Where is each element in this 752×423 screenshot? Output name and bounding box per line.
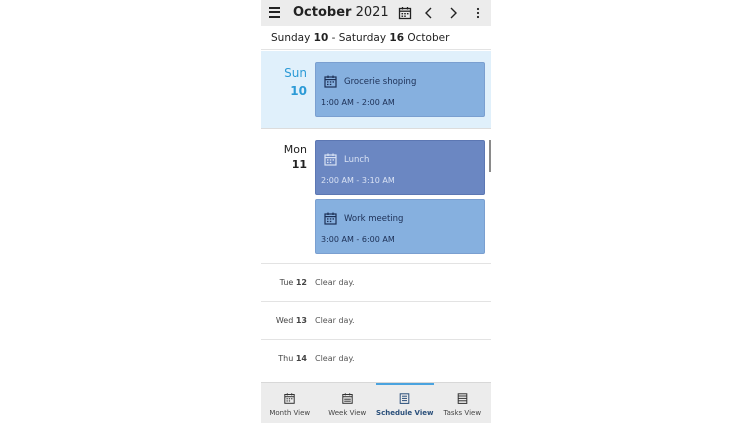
event-calendar-icon xyxy=(324,75,337,88)
chevron-right-icon[interactable] xyxy=(446,6,460,20)
day-name: Sun xyxy=(284,66,307,80)
tab-tasks-view[interactable]: Tasks View xyxy=(434,383,492,423)
tasks-list-icon xyxy=(457,393,467,404)
more-vertical-icon[interactable] xyxy=(471,6,485,20)
day-row-monday[interactable]: Mon 11 Lunch 2:00 AM - 3:10 AM Work meet… xyxy=(261,129,491,264)
day-row-thursday[interactable]: Thu 14 Clear day. xyxy=(261,340,491,382)
day-row-tuesday[interactable]: Tue 12 Clear day. xyxy=(261,264,491,302)
day-label: Thu 14 xyxy=(278,354,307,363)
event-title: Lunch xyxy=(344,155,370,165)
day-row-sunday[interactable]: Sun 10 Grocerie shoping 1:00 AM - 2:00 A… xyxy=(261,51,491,129)
scrollbar-thumb[interactable] xyxy=(489,140,491,172)
week-range-header: Sunday 10 - Saturday 16 October xyxy=(261,26,491,50)
event-card[interactable]: Lunch 2:00 AM - 3:10 AM xyxy=(315,140,485,195)
tab-label: Tasks View xyxy=(443,409,482,417)
calendar-month-icon xyxy=(284,393,295,404)
title-year: 2021 xyxy=(355,5,389,20)
event-title: Work meeting xyxy=(344,214,404,224)
day-number: 12 xyxy=(295,278,307,287)
day-name: Wed xyxy=(275,316,294,325)
bottom-tab-bar: Month View Week View Schedule View Tasks… xyxy=(261,382,491,423)
range-end-month: October xyxy=(407,32,450,44)
range-end-num: 16 xyxy=(389,32,405,44)
day-number: 14 xyxy=(295,354,307,363)
hamburger-menu-icon[interactable] xyxy=(269,7,280,18)
schedule-app: October 2021 Sunday 10 - Saturday 16 Oct… xyxy=(261,0,491,423)
event-title: Grocerie shoping xyxy=(344,77,417,87)
clear-day-text: Clear day. xyxy=(315,316,355,325)
tab-label: Schedule View xyxy=(376,409,434,417)
event-calendar-icon xyxy=(324,153,337,166)
day-number: 11 xyxy=(291,158,307,171)
day-name: Mon xyxy=(283,143,307,156)
chevron-left-icon[interactable] xyxy=(422,6,436,20)
tab-week-view[interactable]: Week View xyxy=(319,383,377,423)
day-name: Tue xyxy=(279,278,294,287)
range-end-day: Saturday xyxy=(338,32,387,44)
title-month: October xyxy=(293,5,352,20)
clear-day-text: Clear day. xyxy=(315,278,355,287)
event-calendar-icon xyxy=(324,212,337,225)
day-row-wednesday[interactable]: Wed 13 Clear day. xyxy=(261,302,491,340)
range-start-num: 10 xyxy=(313,32,329,44)
schedule-list-icon xyxy=(399,393,410,404)
clear-day-text: Clear day. xyxy=(315,354,355,363)
day-label: Wed 13 xyxy=(276,316,307,325)
range-separator: - xyxy=(328,32,339,44)
day-name: Thu xyxy=(278,354,294,363)
day-label: Tue 12 xyxy=(280,278,307,287)
top-app-bar: October 2021 xyxy=(261,0,491,26)
range-start-day: Sunday xyxy=(271,32,311,44)
tab-label: Week View xyxy=(328,409,367,417)
event-time: 3:00 AM - 6:00 AM xyxy=(321,235,395,244)
event-card[interactable]: Grocerie shoping 1:00 AM - 2:00 AM xyxy=(315,62,485,117)
event-time: 2:00 AM - 3:10 AM xyxy=(321,176,395,185)
calendar-icon[interactable] xyxy=(398,6,412,20)
tab-label: Month View xyxy=(269,409,311,417)
tab-month-view[interactable]: Month View xyxy=(261,383,319,423)
page-title: October 2021 xyxy=(293,5,389,20)
day-number: 13 xyxy=(295,316,307,325)
tab-schedule-view[interactable]: Schedule View xyxy=(376,383,434,423)
event-card[interactable]: Work meeting 3:00 AM - 6:00 AM xyxy=(315,199,485,254)
event-time: 1:00 AM - 2:00 AM xyxy=(321,98,395,107)
day-number: 10 xyxy=(290,84,307,98)
calendar-week-icon xyxy=(341,393,353,404)
